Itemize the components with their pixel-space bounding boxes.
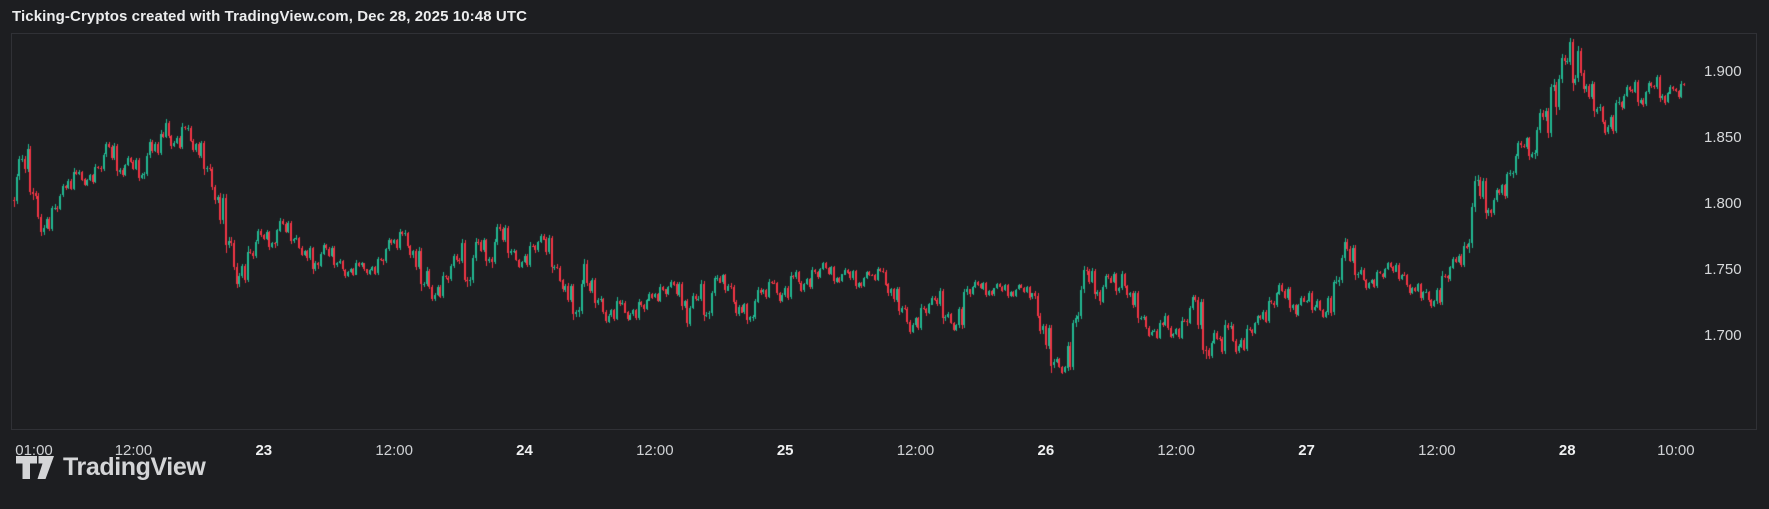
price-axis-label: 1.800 xyxy=(1704,196,1742,212)
time-axis-label: 12:00 xyxy=(375,443,413,459)
time-axis-day-label: 24 xyxy=(516,443,533,459)
page-title: Ticking-Cryptos created with TradingView… xyxy=(12,8,527,25)
tradingview-logo-link[interactable]: TradingView xyxy=(16,453,205,482)
tradingview-logo-text: TradingView xyxy=(63,453,205,482)
tradingview-logo-icon xyxy=(16,456,54,479)
tradingview-snapshot: Ticking-Cryptos created with TradingView… xyxy=(0,0,1769,509)
time-axis-day-label: 27 xyxy=(1298,443,1315,459)
candlestick-chart-canvas xyxy=(12,34,1758,431)
time-axis-label: 12:00 xyxy=(1157,443,1195,459)
price-axis-label: 1.900 xyxy=(1704,64,1742,80)
time-axis-day-label: 23 xyxy=(255,443,272,459)
price-axis-label: 1.850 xyxy=(1704,130,1742,146)
time-axis-day-label: 26 xyxy=(1038,443,1055,459)
time-axis-label: 12:00 xyxy=(897,443,935,459)
time-axis-day-label: 28 xyxy=(1559,443,1576,459)
time-axis-label: 12:00 xyxy=(1418,443,1456,459)
price-axis-label: 1.700 xyxy=(1704,328,1742,344)
time-axis-label: 12:00 xyxy=(636,443,674,459)
chart-area: 1.9001.8501.8001.7501.700 01:0012:002312… xyxy=(11,33,1757,430)
price-axis-label: 1.750 xyxy=(1704,262,1742,278)
time-axis-day-label: 25 xyxy=(777,443,794,459)
time-axis-label: 10:00 xyxy=(1657,443,1695,459)
